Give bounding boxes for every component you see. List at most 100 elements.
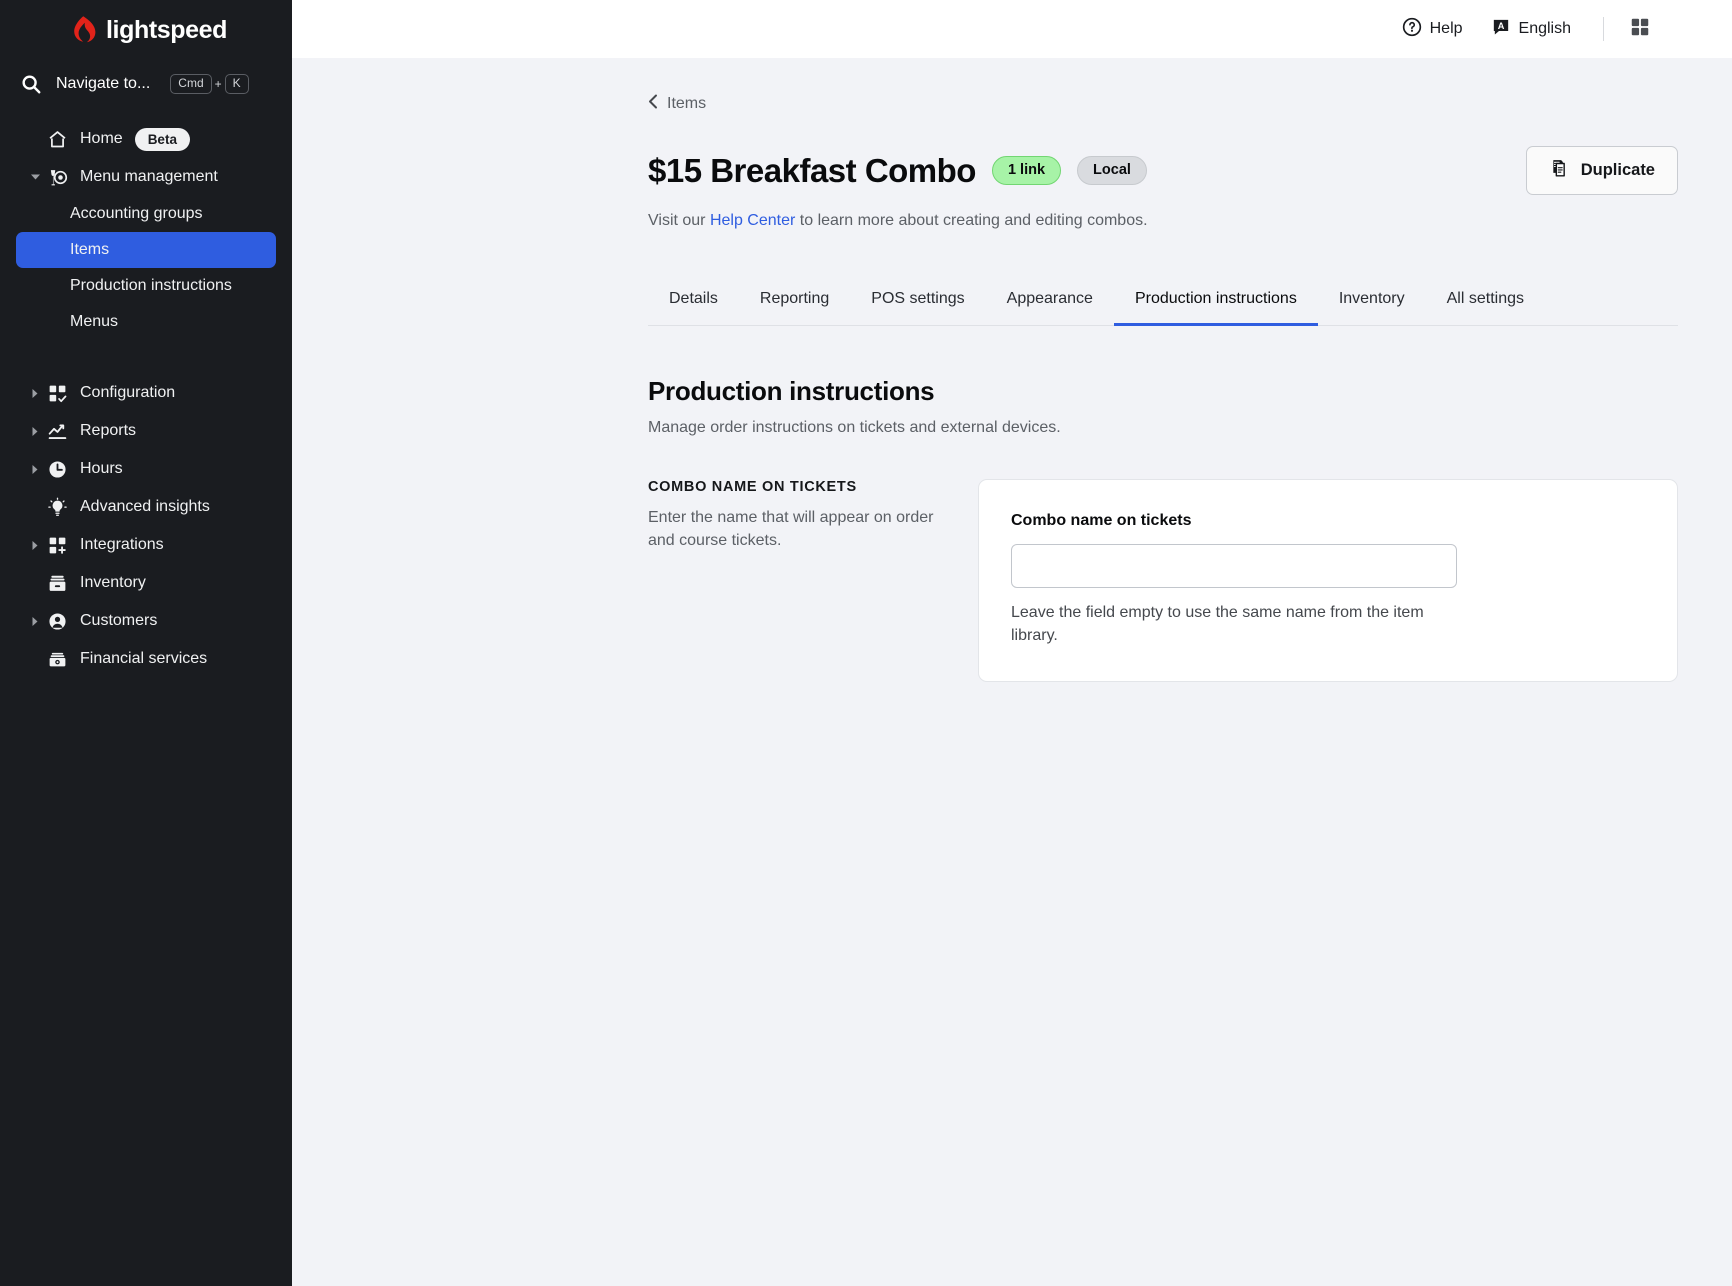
main-area: Help A English Items $15 Breakfast Combo…	[292, 0, 1732, 1286]
apps-grid-button[interactable]	[1622, 11, 1658, 47]
svg-text:A: A	[1497, 20, 1504, 30]
field-description: COMBO NAME ON TICKETS Enter the name tha…	[648, 479, 978, 552]
tab-all-settings[interactable]: All settings	[1426, 280, 1545, 326]
page-content: Items $15 Breakfast Combo 1 link Local D…	[292, 58, 1732, 1286]
sidebar-item-advanced-insights[interactable]: Advanced insights	[16, 488, 276, 526]
page-title-group: $15 Breakfast Combo 1 link Local	[648, 152, 1147, 190]
sidebar-item-label: Customers	[80, 612, 158, 629]
sidebar-item-items[interactable]: Items	[16, 232, 276, 268]
combo-name-help-text: Leave the field empty to use the same na…	[1011, 604, 1424, 644]
help-button[interactable]: Help	[1388, 11, 1477, 48]
content-inner: Items $15 Breakfast Combo 1 link Local D…	[292, 94, 1702, 683]
combo-name-input[interactable]	[1011, 544, 1457, 588]
tab-inventory[interactable]: Inventory	[1318, 280, 1426, 326]
chevron-down-icon[interactable]	[26, 173, 44, 181]
app-root: lightspeed Navigate to... Cmd + K Home B…	[0, 0, 1732, 1286]
shortcut-k-key: K	[224, 73, 249, 95]
shortcut-plus: +	[214, 77, 222, 91]
sidebar-item-label: Menu management	[80, 168, 218, 185]
tab-pos-settings[interactable]: POS settings	[850, 280, 985, 326]
sidebar-item-accounting-groups[interactable]: Accounting groups	[16, 196, 276, 232]
sidebar-item-inventory[interactable]: Inventory	[16, 564, 276, 602]
menu-management-icon	[44, 167, 70, 188]
sidebar-search-label: Navigate to...	[56, 75, 151, 92]
sidebar-item-customers[interactable]: Customers	[16, 602, 276, 640]
customers-icon	[44, 611, 70, 632]
home-icon	[44, 129, 70, 150]
sidebar-item-label: Reports	[80, 422, 137, 439]
shortcut-cmd-key: Cmd	[170, 73, 212, 95]
chevron-right-icon[interactable]	[26, 426, 44, 437]
section-title: Production instructions	[648, 376, 935, 406]
inventory-box-icon	[44, 573, 70, 594]
duplicate-icon	[1549, 158, 1569, 183]
sidebar-item-home[interactable]: Home Beta	[16, 120, 276, 158]
subtitle-pre: Visit our	[648, 212, 710, 229]
status-badge: Local	[1077, 155, 1147, 186]
integrations-icon	[44, 535, 70, 556]
field-description-text: Enter the name that will appear on order…	[648, 509, 934, 549]
topbar-divider	[1603, 17, 1604, 41]
lightbulb-icon	[44, 497, 70, 518]
sidebar-item-menu-management[interactable]: Menu management	[16, 158, 276, 196]
sidebar-item-configuration[interactable]: Configuration	[16, 374, 276, 412]
language-button[interactable]: A English	[1477, 11, 1585, 48]
search-icon	[20, 73, 42, 95]
chevron-right-icon[interactable]	[26, 616, 44, 627]
duplicate-button[interactable]: Duplicate	[1525, 146, 1678, 195]
reports-icon	[44, 421, 70, 442]
tab-appearance[interactable]: Appearance	[986, 280, 1114, 326]
sidebar-item-label: Accounting groups	[70, 205, 203, 222]
page-header-row: $15 Breakfast Combo 1 link Local Duplica…	[648, 146, 1702, 195]
sidebar-item-reports[interactable]: Reports	[16, 412, 276, 450]
beta-badge: Beta	[134, 127, 190, 151]
sidebar-item-label: Financial services	[80, 650, 208, 667]
sidebar-item-label: Home	[80, 130, 123, 147]
configuration-icon	[44, 383, 70, 404]
sidebar: lightspeed Navigate to... Cmd + K Home B…	[0, 0, 292, 1286]
topbar: Help A English	[292, 0, 1732, 58]
sidebar-search[interactable]: Navigate to... Cmd + K	[0, 64, 292, 104]
subtitle-post: to learn more about creating and editing…	[795, 212, 1148, 229]
breadcrumb[interactable]: Items	[648, 94, 706, 114]
chevron-right-icon[interactable]	[26, 388, 44, 399]
sidebar-item-production-instructions[interactable]: Production instructions	[16, 268, 276, 304]
chevron-right-icon[interactable]	[26, 464, 44, 475]
combo-name-label: Combo name on tickets	[1011, 512, 1192, 529]
sidebar-item-menus[interactable]: Menus	[16, 304, 276, 340]
settings-row: COMBO NAME ON TICKETS Enter the name tha…	[648, 479, 1702, 683]
combo-name-card: Combo name on tickets Leave the field em…	[978, 479, 1678, 683]
section-subtitle: Manage order instructions on tickets and…	[648, 419, 1061, 436]
sidebar-item-label: Production instructions	[70, 277, 232, 294]
page-title: $15 Breakfast Combo	[648, 151, 976, 189]
brand-logo[interactable]: lightspeed	[0, 4, 292, 56]
search-shortcut: Cmd + K	[170, 73, 249, 95]
chevron-left-icon	[648, 94, 658, 114]
sidebar-item-label: Items	[70, 241, 110, 258]
help-circle-icon	[1402, 17, 1422, 42]
duplicate-button-label: Duplicate	[1580, 161, 1655, 179]
tab-details[interactable]: Details	[648, 280, 739, 326]
tab-production-instructions[interactable]: Production instructions	[1113, 280, 1318, 326]
sidebar-item-label: Advanced insights	[80, 498, 210, 515]
sidebar-item-label: Inventory	[80, 574, 146, 591]
translate-icon: A	[1491, 17, 1511, 42]
apps-grid-icon	[1629, 16, 1651, 43]
sidebar-item-label: Menus	[70, 313, 119, 330]
hours-icon	[44, 459, 70, 480]
help-label: Help	[1429, 20, 1463, 37]
sidebar-item-integrations[interactable]: Integrations	[16, 526, 276, 564]
breadcrumb-label: Items	[667, 95, 707, 112]
help-center-link[interactable]: Help Center	[710, 212, 795, 229]
sidebar-nav: Home Beta Menu management Accounting gro…	[0, 120, 292, 678]
lightspeed-flame-logo-icon	[69, 15, 97, 45]
sidebar-item-hours[interactable]: Hours	[16, 450, 276, 488]
brand-name: lightspeed	[105, 15, 227, 44]
sidebar-item-financial-services[interactable]: Financial services	[16, 640, 276, 678]
chevron-right-icon[interactable]	[26, 540, 44, 551]
sidebar-item-label: Configuration	[80, 384, 176, 401]
avatar[interactable]	[1658, 11, 1702, 47]
page-subtitle: Visit our Help Center to learn more abou…	[648, 212, 1702, 230]
tab-reporting[interactable]: Reporting	[739, 280, 850, 326]
